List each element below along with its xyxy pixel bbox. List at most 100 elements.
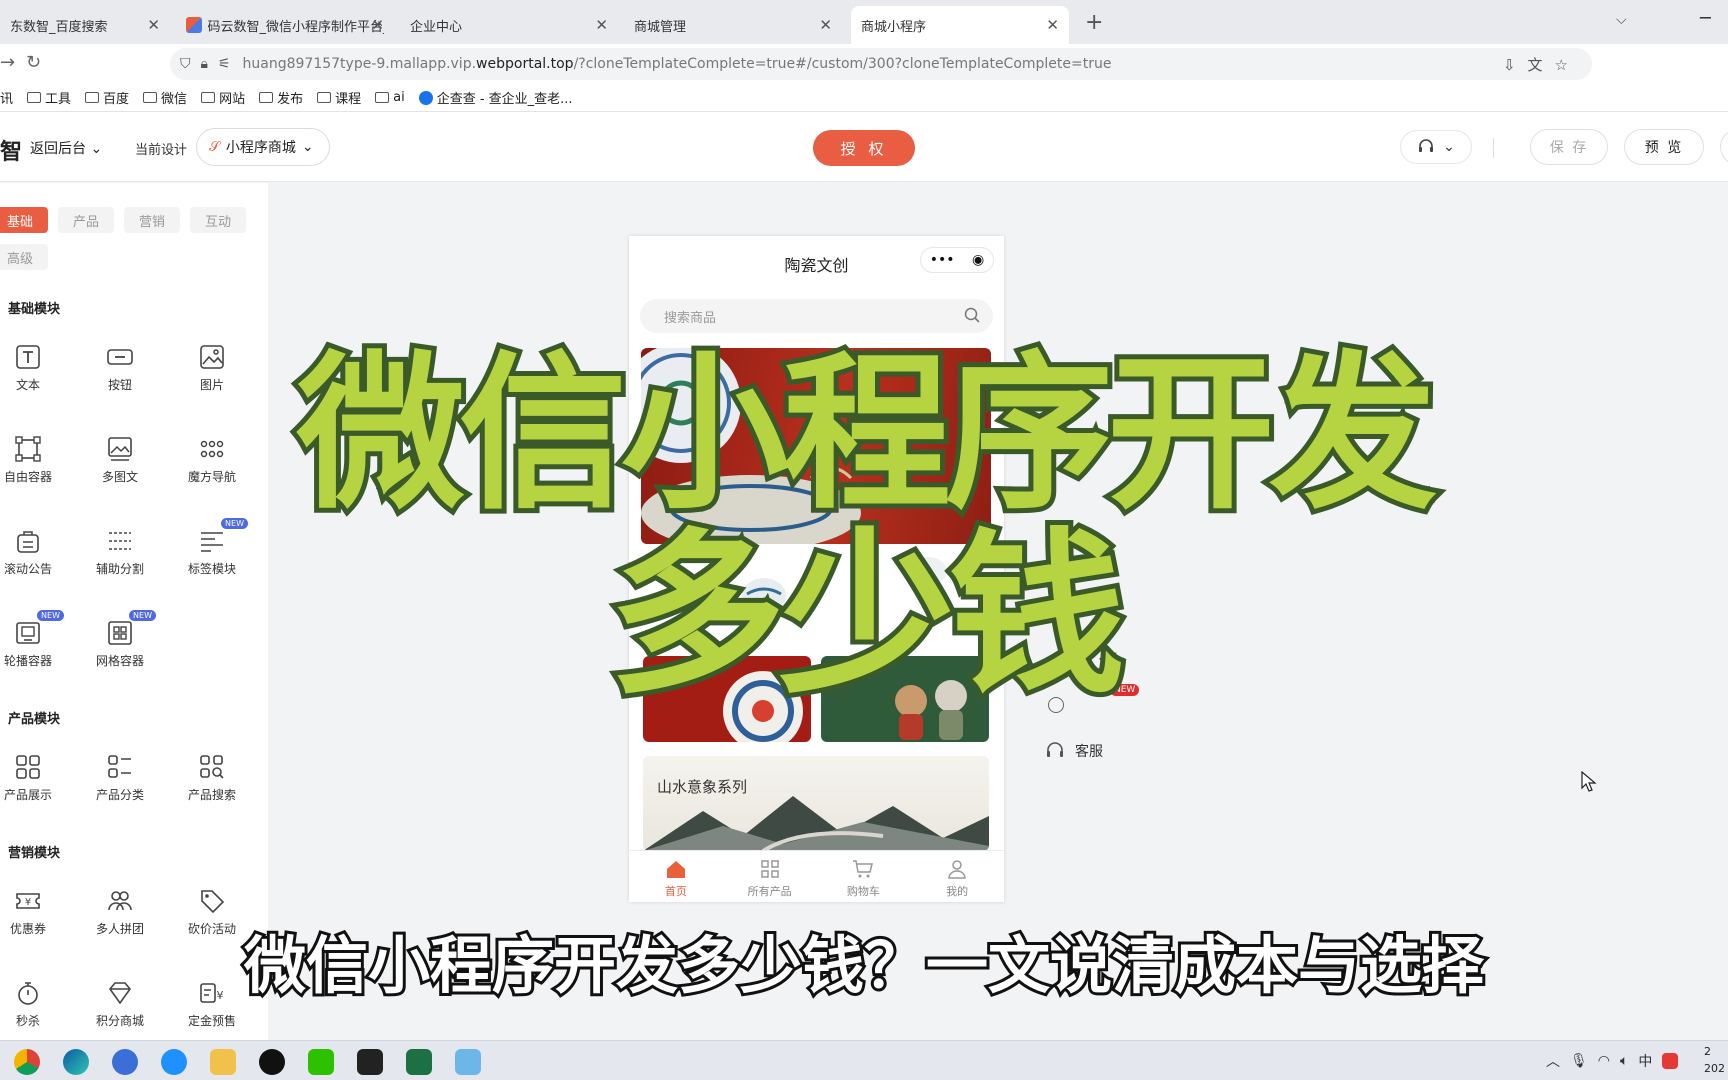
support-dropdown[interactable]: ⌄ [1400, 130, 1472, 164]
star-icon[interactable]: ☆ [1555, 56, 1580, 74]
tab-mine[interactable]: 我的 [910, 851, 1004, 902]
close-icon[interactable]: ✕ [595, 16, 608, 34]
taskbar-clock[interactable]: 2 202 [1704, 1043, 1725, 1077]
search-input[interactable]: 搜索商品 [640, 299, 993, 333]
miniprogram-capsule[interactable]: ••• ◉ [920, 247, 994, 273]
close-icon[interactable]: ✕ [147, 16, 160, 34]
tab-basic[interactable]: 基础 [0, 207, 48, 233]
bookmark[interactable]: 讯 [0, 88, 13, 107]
excel-icon[interactable] [406, 1049, 432, 1075]
bookmark-folder[interactable]: ai [375, 90, 405, 105]
overlay-title-line2: 多少钱 [604, 513, 1130, 718]
folder-icon [259, 92, 274, 103]
product-grid-icon [16, 755, 40, 779]
more-icon[interactable]: ••• [930, 252, 955, 268]
lock-icon: 🔒︎ [200, 56, 208, 72]
price-tag-icon [201, 890, 225, 914]
chevron-down-icon[interactable]: ⌵ [1616, 12, 1627, 28]
customer-service-option[interactable]: 客服 [1045, 741, 1103, 761]
forward-icon[interactable]: → [0, 52, 15, 73]
browser-tab[interactable]: 码云数智_微信小程序制作平台_ ✕ [176, 6, 394, 44]
bookmark-folder[interactable]: 网站 [201, 88, 245, 107]
browser-tab-active[interactable]: 商城小程序 ✕ [851, 6, 1069, 44]
sogou-ime-icon[interactable] [1662, 1053, 1679, 1069]
product-search-icon [200, 755, 224, 779]
bookmark[interactable]: 企查查 - 查企业_查老... [418, 88, 573, 107]
folder-icon [27, 92, 42, 103]
close-icon[interactable]: ✕ [1046, 16, 1059, 34]
tab-marketing[interactable]: 营销 [124, 207, 180, 233]
tab-cart[interactable]: 购物车 [817, 851, 911, 902]
wifi-icon[interactable]: ◠ [1598, 1053, 1610, 1069]
address-bar[interactable]: ⛉ 🔒︎ ⚟ huang897157type-9.mallapp.vip.web… [170, 48, 1592, 80]
close-icon[interactable]: ✕ [819, 16, 832, 34]
component-product-category[interactable]: 产品分类 [80, 754, 160, 803]
folder-icon [143, 92, 158, 103]
browser-tab[interactable]: 企业中心 ✕ [400, 6, 618, 44]
bookmark-folder[interactable]: 百度 [85, 88, 129, 107]
bookmark-folder[interactable]: 工具 [27, 88, 71, 107]
edge-icon[interactable] [63, 1049, 89, 1075]
current-design-label: 当前设计 [135, 143, 188, 158]
folder-icon [85, 92, 100, 103]
back-to-admin-link[interactable]: 返回后台 ⌄ [30, 138, 102, 158]
folder-icon [201, 92, 216, 103]
series-title: 山水意象系列 [657, 778, 748, 796]
chevron-down-icon: ⌄ [90, 141, 103, 157]
tab-product[interactable]: 产品 [58, 207, 114, 233]
browser-tab[interactable]: 东数智_百度搜索 ✕ [0, 6, 170, 44]
system-tray: ︿ 🎙︎ ◠ 🔈︎ 中 [1546, 1051, 1679, 1071]
capcut-icon[interactable] [357, 1049, 383, 1075]
close-icon[interactable]: ✕ [371, 16, 384, 34]
sogou-browser-icon[interactable] [112, 1049, 138, 1075]
folder-icon [317, 92, 332, 103]
mouse-cursor-icon [1581, 771, 1597, 792]
qq-icon[interactable] [259, 1049, 285, 1075]
phone-tabbar: 首页 所有产品 购物车 我的 [629, 850, 1004, 902]
authorize-button[interactable]: 授 权 [813, 130, 915, 166]
notepad-icon[interactable] [455, 1049, 481, 1075]
overlay-title-line1: 微信小程序开发 [292, 336, 1442, 532]
tab-advanced[interactable]: 高级 [0, 244, 48, 270]
brand-logo: 智 [0, 140, 23, 165]
site-favicon-icon [186, 17, 202, 33]
tab-label: 码云数智_微信小程序制作平台_ [207, 19, 384, 35]
browser-tab[interactable]: 商城管理 ✕ [624, 6, 842, 44]
file-explorer-icon[interactable] [210, 1049, 236, 1075]
bookmark-folder[interactable]: 发布 [259, 88, 303, 107]
chevron-up-icon[interactable]: ︿ [1546, 1051, 1560, 1071]
shield-icon: ⛉ [180, 56, 191, 72]
bookmark-folder[interactable]: 微信 [143, 88, 187, 107]
translate-icon[interactable]: 文 [1528, 56, 1555, 74]
tab-home[interactable]: 首页 [629, 851, 723, 902]
series-banner[interactable]: 山水意象系列 [643, 756, 989, 851]
grid-icon [760, 860, 779, 878]
preview-button[interactable]: 预 览 [1624, 129, 1704, 165]
install-icon[interactable]: ⇩ [1503, 56, 1528, 74]
microphone-icon[interactable]: 🎙︎ [1570, 1053, 1588, 1069]
tab-interaction[interactable]: 互动 [190, 207, 246, 233]
design-select[interactable]: 𝒮 小程序商城 ⌄ [196, 128, 330, 166]
qq-browser-icon[interactable] [161, 1049, 187, 1075]
ime-indicator[interactable]: 中 [1638, 1051, 1652, 1071]
component-product-display[interactable]: 产品展示 [0, 754, 68, 803]
chrome-icon[interactable] [14, 1049, 40, 1075]
more-button[interactable] [1720, 129, 1728, 165]
component-product-search[interactable]: 产品搜索 [172, 754, 252, 803]
tab-label: 企业中心 [410, 19, 463, 35]
target-icon[interactable]: ◉ [972, 252, 984, 268]
volume-icon[interactable]: 🔈︎ [1620, 1053, 1628, 1069]
headset-icon [1047, 742, 1063, 757]
tab-all-products[interactable]: 所有产品 [723, 851, 817, 902]
reload-icon[interactable]: ↻ [26, 52, 41, 73]
section-marketing-title: 营销模块 [8, 846, 61, 861]
wechat-icon[interactable] [308, 1049, 334, 1075]
bookmark-folder[interactable]: 课程 [317, 88, 361, 107]
home-icon [666, 861, 685, 878]
site-settings-icon[interactable]: ⚟ [218, 56, 231, 72]
minimize-icon[interactable]: ─ [1700, 8, 1711, 29]
new-tab-icon[interactable]: + [1085, 10, 1103, 35]
save-button[interactable]: 保 存 [1530, 129, 1608, 165]
coupon-icon: ¥ [16, 893, 40, 909]
section-product-title: 产品模块 [8, 712, 61, 727]
